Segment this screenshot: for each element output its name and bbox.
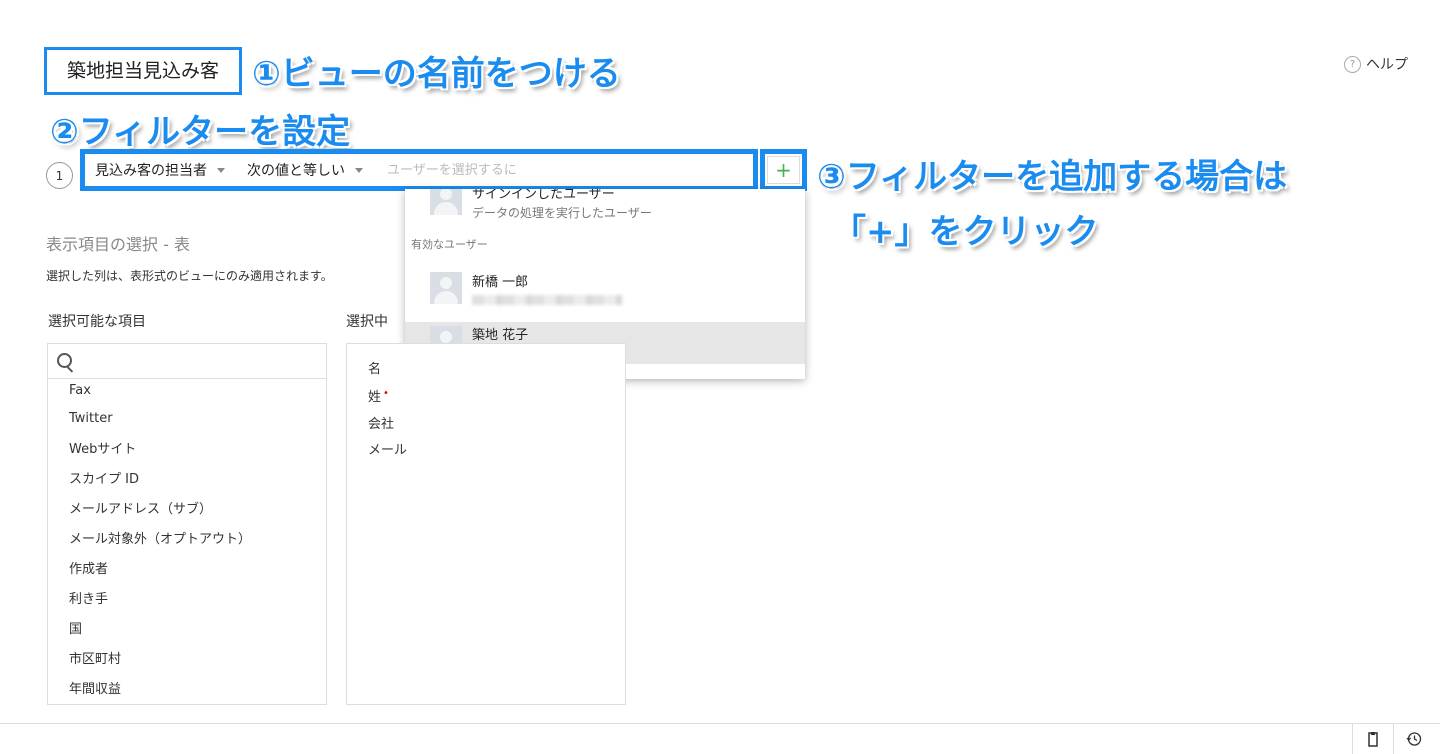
columns-section-title: 表示項目の選択 - 表	[46, 235, 190, 254]
dropdown-section-label: 有効なユーザー	[411, 238, 488, 251]
available-columns-list: Fax Twitter Webサイト スカイプ ID メールアドレス（サブ） メ…	[47, 343, 327, 705]
dropdown-item-user[interactable]: 新橋 一郎	[405, 264, 805, 320]
chevron-down-icon	[217, 167, 225, 173]
list-item[interactable]: メールアドレス（サブ）	[69, 498, 212, 517]
list-item[interactable]: Fax	[69, 383, 91, 398]
list-item[interactable]: 国	[69, 618, 82, 637]
list-item[interactable]: 利き手	[69, 588, 108, 607]
help-label: ヘルプ	[1366, 57, 1408, 73]
annotation-step2: ②フィルターを設定	[50, 112, 351, 152]
list-item[interactable]: メール	[368, 439, 407, 458]
search-icon	[57, 353, 72, 368]
selected-columns-list: 名 姓 • 会社 メール	[346, 343, 626, 705]
required-marker: •	[383, 388, 389, 399]
dropdown-item-signed-in-user[interactable]: サインインしたユーザー データの処理を実行したユーザー	[405, 189, 805, 220]
add-filter-button[interactable]: +	[760, 149, 807, 191]
columns-description: 選択した列は、表形式のビューにのみ適用されます。	[46, 269, 333, 283]
available-columns-search[interactable]	[48, 344, 326, 379]
filter-operator-select[interactable]: 次の値と等しい	[247, 160, 363, 180]
list-item[interactable]: Twitter	[69, 411, 113, 426]
blurred-email	[472, 295, 622, 305]
available-columns-label: 選択可能な項目	[48, 314, 146, 330]
clipboard-icon[interactable]	[1352, 724, 1393, 754]
avatar	[430, 272, 462, 304]
dropdown-item-name: サインインしたユーザー	[472, 189, 615, 202]
list-item[interactable]: 会社	[368, 413, 394, 432]
filter-field-select[interactable]: 見込み客の担当者	[95, 160, 225, 180]
list-item[interactable]: 姓 •	[368, 386, 389, 405]
help-link[interactable]: ? ヘルプ	[1344, 54, 1408, 74]
avatar	[430, 189, 462, 215]
list-item[interactable]: 作成者	[69, 558, 108, 577]
list-item[interactable]: Webサイト	[69, 438, 136, 457]
filter-field-label: 見込み客の担当者	[95, 163, 207, 179]
annotation-step3-line2: 「+」をクリック	[832, 212, 1099, 252]
question-icon: ?	[1344, 55, 1361, 73]
annotation-step3: ③フィルターを追加する場合は	[817, 157, 1288, 197]
dropdown-item-sub: データの処理を実行したユーザー	[472, 206, 652, 220]
filter-value-input[interactable]	[385, 161, 753, 179]
list-item[interactable]: メール対象外（オプトアウト）	[69, 528, 251, 547]
filter-number-badge: 1	[46, 162, 73, 189]
selected-columns-label: 選択中	[346, 314, 388, 330]
filter-criteria-row: 見込み客の担当者 次の値と等しい	[80, 149, 758, 191]
plus-icon: +	[767, 156, 800, 184]
list-item[interactable]: 年間収益	[69, 678, 121, 697]
list-item-label: 姓	[368, 390, 382, 405]
annotation-step1: ①ビューの名前をつける	[252, 54, 621, 94]
dropdown-item-name: 築地 花子	[472, 328, 529, 343]
dropdown-item-name: 新橋 一郎	[472, 275, 529, 290]
history-icon[interactable]	[1393, 724, 1434, 754]
chevron-down-icon	[355, 167, 363, 173]
view-name-input[interactable]: 築地担当見込み客	[44, 47, 242, 95]
list-item[interactable]: スカイプ ID	[69, 468, 139, 487]
filter-operator-label: 次の値と等しい	[247, 163, 345, 179]
list-item[interactable]: 名	[368, 358, 381, 377]
footer-bar	[0, 723, 1440, 754]
list-item[interactable]: 市区町村	[69, 648, 121, 667]
